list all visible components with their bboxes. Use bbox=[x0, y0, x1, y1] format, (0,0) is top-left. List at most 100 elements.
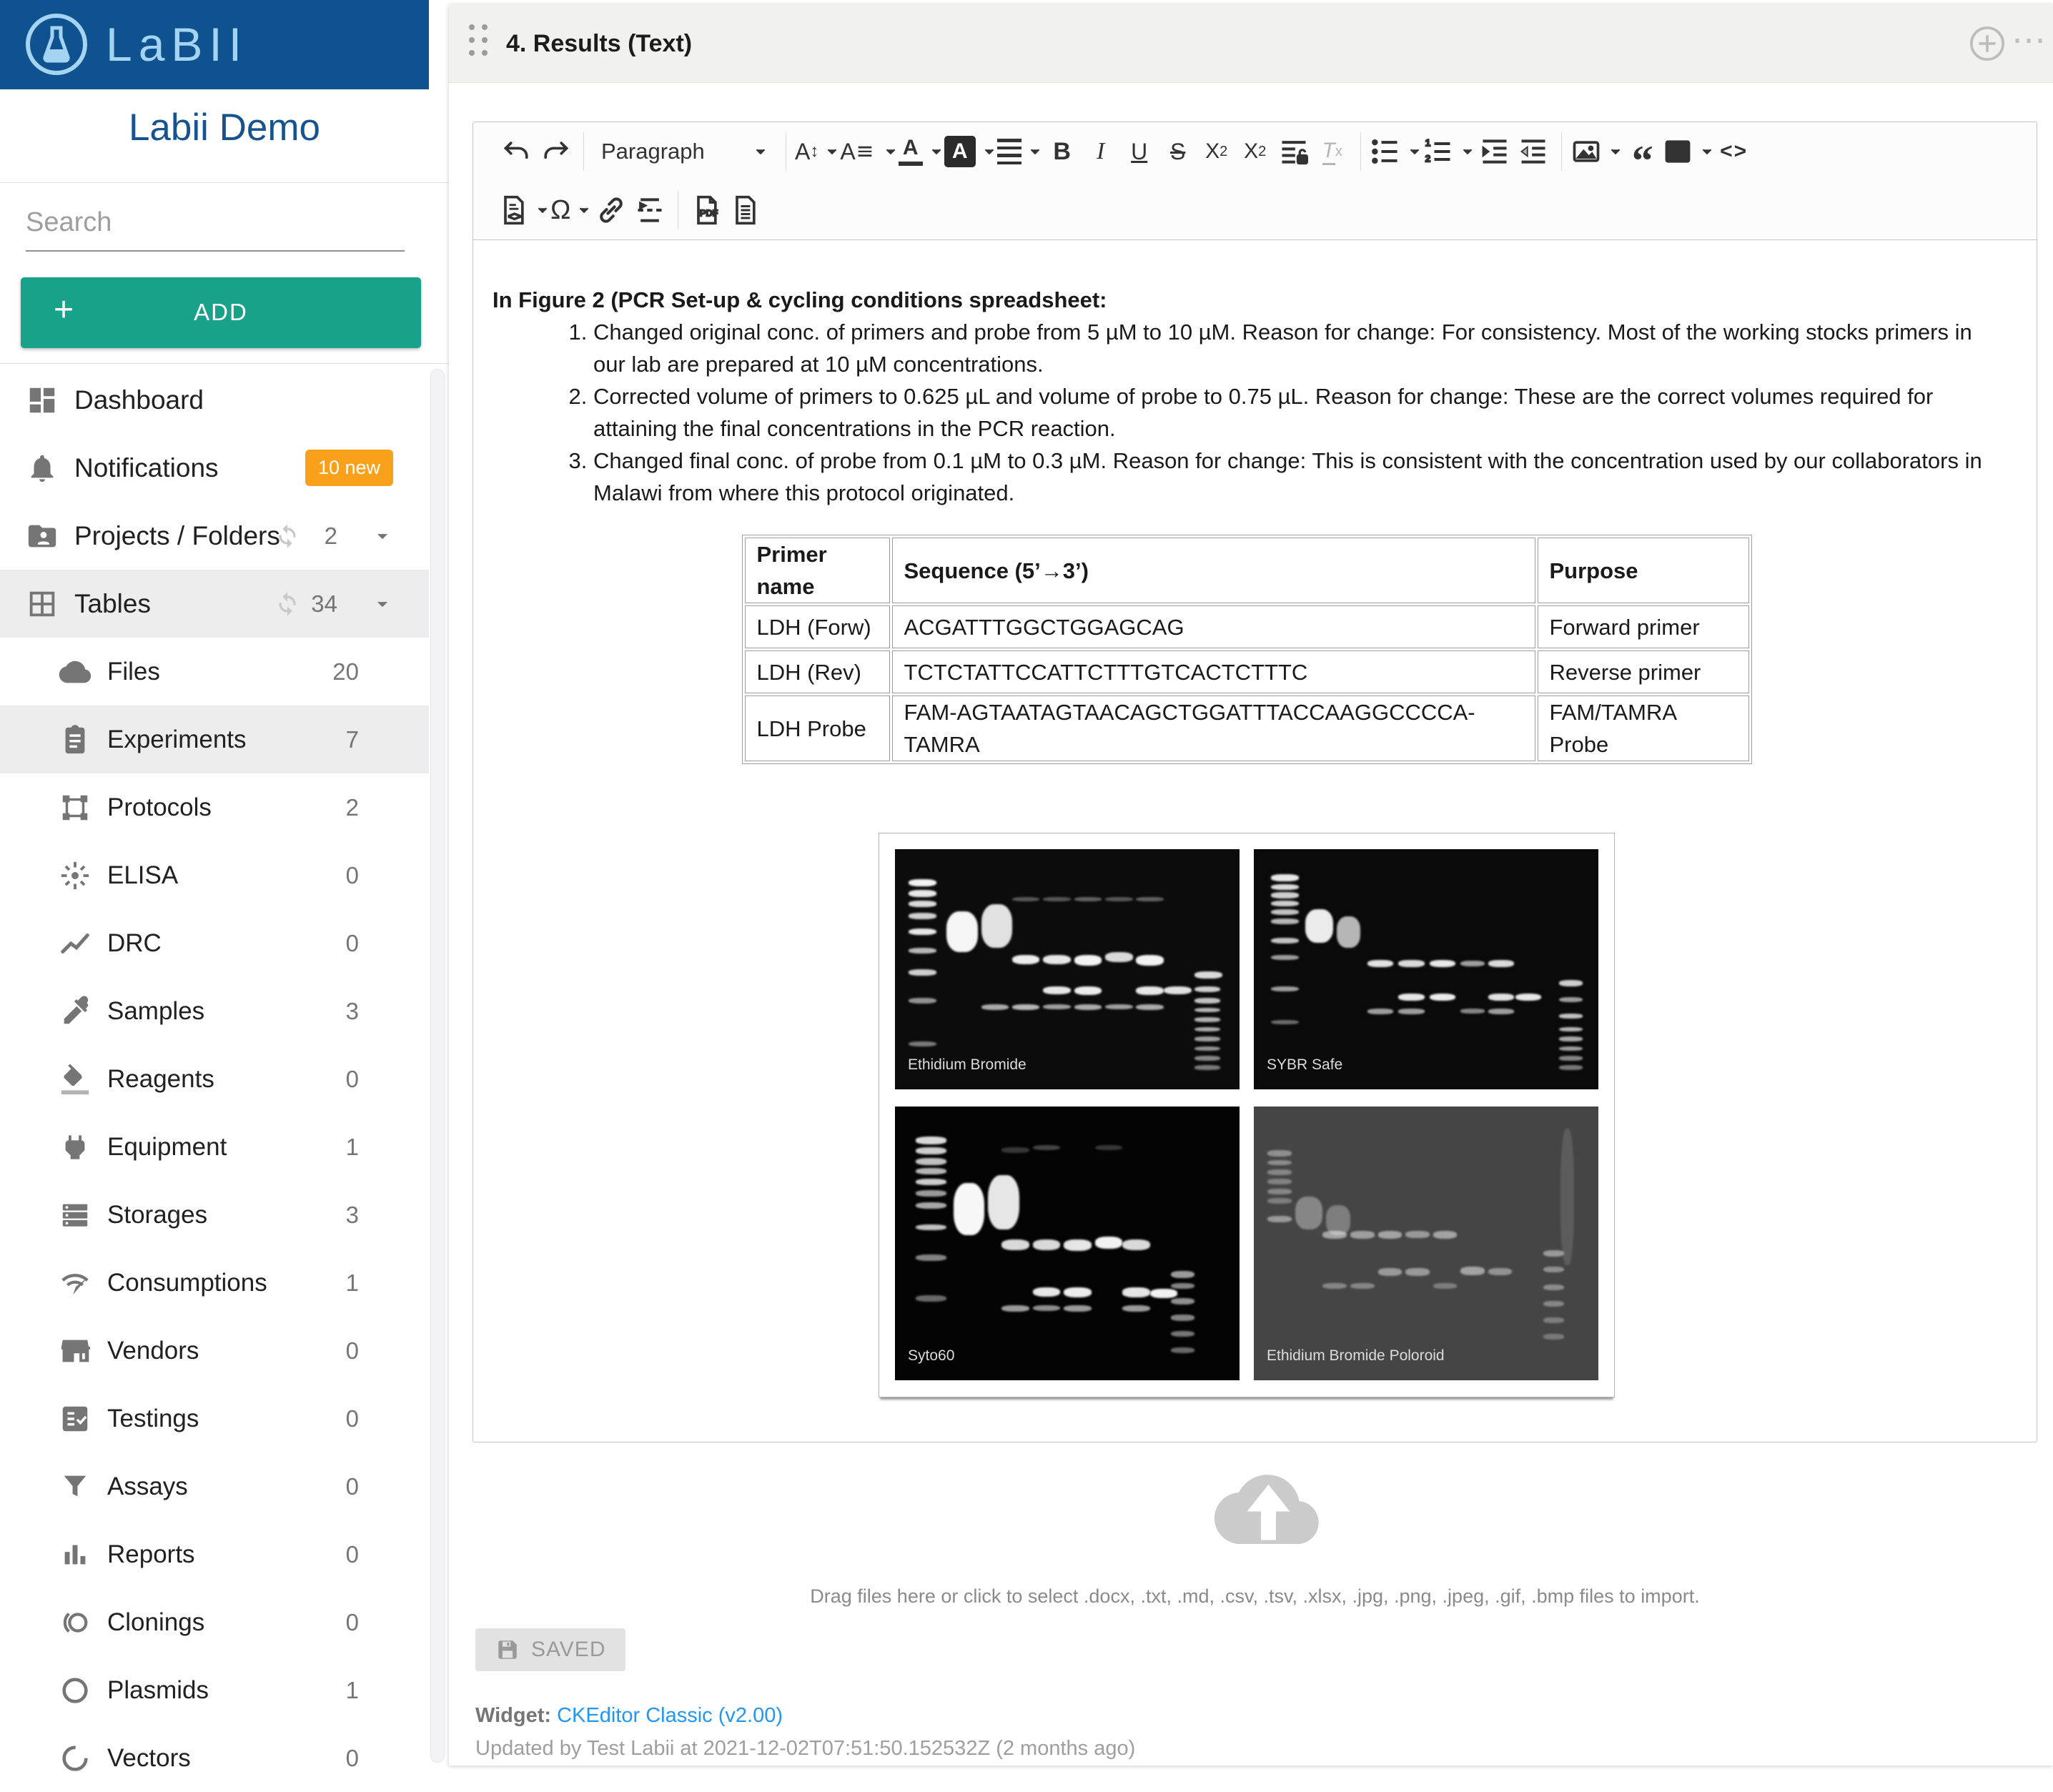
sidebar-item-elisa[interactable]: ELISA 0 bbox=[0, 841, 429, 909]
source-editing-button[interactable]: <> bbox=[1715, 130, 1753, 173]
widget-link[interactable]: CKEditor Classic (v2.00) bbox=[557, 1704, 783, 1727]
insert-template-button[interactable]: <> bbox=[498, 189, 550, 232]
more-menu-icon[interactable]: ⋯ bbox=[2012, 20, 2047, 60]
editor-toolbar: Paragraph A↕ A A A B I U S X2 X2 Tx 12 bbox=[473, 122, 2037, 240]
divider bbox=[0, 363, 449, 364]
drag-handle-icon[interactable] bbox=[469, 24, 488, 56]
sidebar-item-reports[interactable]: Reports 0 bbox=[0, 1520, 429, 1588]
italic-button[interactable]: I bbox=[1082, 130, 1120, 173]
table-row: LDH (Forw) ACGATTTGGCTGGAGCAG Forward pr… bbox=[745, 605, 1749, 648]
storefront-icon bbox=[59, 1335, 91, 1367]
sidebar-item-reagents[interactable]: Reagents 0 bbox=[0, 1045, 429, 1113]
sidebar-item-dashboard[interactable]: Dashboard bbox=[0, 366, 429, 434]
toolbar-row-1: Paragraph A↕ A A A B I U S X2 X2 Tx 12 bbox=[473, 122, 2037, 181]
sidebar-item-files[interactable]: Files 20 bbox=[0, 638, 429, 706]
bulleted-list-button[interactable] bbox=[1370, 130, 1423, 173]
svg-text:A: A bbox=[71, 801, 79, 815]
toolbar-separator bbox=[1561, 132, 1562, 171]
redo-button[interactable] bbox=[536, 130, 575, 173]
updated-info-line: Updated by Test Labii at 2021-12-02T07:5… bbox=[475, 1737, 1135, 1761]
sidebar-item-experiments[interactable]: Experiments 7 bbox=[0, 706, 429, 773]
fact-check-icon bbox=[59, 1402, 91, 1435]
widget-card: 4. Results (Text) ⋯ Paragraph A↕ A A A B bbox=[449, 4, 2053, 1766]
content-list: Changed original conc. of primers and pr… bbox=[493, 316, 2001, 509]
restricted-editing-icon[interactable] bbox=[1275, 130, 1313, 173]
underline-button[interactable]: U bbox=[1120, 130, 1159, 173]
numbered-list-button[interactable]: 12 bbox=[1423, 130, 1475, 173]
logo-text: LaBII bbox=[106, 17, 248, 71]
upload-dropzone-hint[interactable]: Drag files here or click to select .docx… bbox=[473, 1585, 2037, 1608]
bell-icon bbox=[26, 452, 59, 485]
page-break-button[interactable] bbox=[630, 189, 669, 232]
font-size-button[interactable]: A↕ bbox=[795, 130, 840, 173]
add-button[interactable]: + ADD bbox=[21, 277, 421, 348]
indent-button[interactable] bbox=[1475, 130, 1514, 173]
alignment-button[interactable] bbox=[997, 130, 1043, 173]
subscript-button[interactable]: X2 bbox=[1197, 130, 1236, 173]
notifications-badge: 10 new bbox=[305, 450, 393, 486]
logo-banner: LaBII bbox=[0, 0, 429, 89]
font-background-button[interactable]: A bbox=[944, 130, 997, 173]
font-color-button[interactable]: A bbox=[899, 130, 944, 173]
sidebar-item-plasmids[interactable]: Plasmids 1 bbox=[0, 1656, 429, 1724]
sidebar-item-storages[interactable]: Storages 3 bbox=[0, 1181, 429, 1249]
funnel-icon bbox=[59, 1470, 91, 1503]
sidebar-item-protocols[interactable]: A Protocols 2 bbox=[0, 773, 429, 841]
export-doc-button[interactable] bbox=[726, 189, 764, 232]
link-button[interactable] bbox=[592, 189, 630, 232]
insert-table-button[interactable] bbox=[1662, 130, 1715, 173]
sidebar-item-projects[interactable]: Projects / Folders 2 bbox=[0, 502, 429, 570]
sidebar-item-consumptions[interactable]: Consumptions 1 bbox=[0, 1249, 429, 1317]
chevron-down-icon[interactable] bbox=[370, 524, 395, 548]
editor-content[interactable]: In Figure 2 (PCR Set-up & cycling condit… bbox=[473, 239, 2037, 1442]
toolbar-separator bbox=[1360, 132, 1361, 171]
paragraph-style-dropdown[interactable]: Paragraph bbox=[593, 130, 777, 173]
widget-info-line: Widget: CKEditor Classic (v2.00) bbox=[475, 1704, 783, 1728]
ckeditor: Paragraph A↕ A A A B I U S X2 X2 Tx 12 bbox=[473, 122, 2037, 1442]
remove-format-button[interactable]: Tx bbox=[1313, 130, 1352, 173]
outdent-button[interactable] bbox=[1514, 130, 1553, 173]
saved-button[interactable]: SAVED bbox=[475, 1628, 625, 1671]
bold-button[interactable]: B bbox=[1043, 130, 1082, 173]
font-family-button[interactable]: A bbox=[840, 130, 898, 173]
circle-icon bbox=[59, 1674, 91, 1707]
section-title: 4. Results (Text) bbox=[506, 4, 692, 83]
sidebar-item-vendors[interactable]: Vendors 0 bbox=[0, 1317, 429, 1385]
table-row: LDH Probe FAM-AGTAATAGTAACAGCTGGATTTACCA… bbox=[745, 695, 1749, 761]
gel-image-ethidium-bromide: Ethidium Bromide bbox=[895, 849, 1240, 1089]
sidebar-item-assays[interactable]: Assays 0 bbox=[0, 1452, 429, 1520]
export-pdf-button[interactable]: PDF bbox=[687, 189, 726, 232]
sidebar-item-notifications[interactable]: Notifications 10 new bbox=[0, 434, 429, 502]
upload-cloud-icon[interactable] bbox=[1195, 1460, 1324, 1560]
workspace-title: Labii Demo bbox=[0, 106, 449, 149]
flare-icon bbox=[59, 859, 91, 892]
sidebar-item-clonings[interactable]: Clonings 0 bbox=[0, 1588, 429, 1656]
sidebar-scrollbar[interactable] bbox=[430, 369, 445, 1763]
sidebar-item-drc[interactable]: DRC 0 bbox=[0, 909, 429, 977]
sidebar-item-tables[interactable]: Tables 34 bbox=[0, 570, 429, 638]
undo-button[interactable] bbox=[498, 130, 536, 173]
add-section-icon[interactable] bbox=[1967, 24, 2007, 64]
arc-circle-icon bbox=[59, 1742, 91, 1775]
special-characters-button[interactable]: Ω bbox=[550, 189, 592, 232]
superscript-button[interactable]: X2 bbox=[1236, 130, 1275, 173]
sidebar-item-testings[interactable]: Testings 0 bbox=[0, 1385, 429, 1452]
blockquote-button[interactable]: “ bbox=[1623, 130, 1662, 173]
insert-image-button[interactable] bbox=[1570, 130, 1623, 173]
sidebar-item-equipment[interactable]: Equipment 1 bbox=[0, 1113, 429, 1181]
gel-image-figure[interactable]: Ethidium Bromide SYBR Safe Syto60 Ethidi… bbox=[879, 833, 1615, 1397]
table-header-row: Primer name Sequence (5’→3’) Purpose bbox=[745, 538, 1749, 603]
sidebar-item-vectors[interactable]: Vectors 0 bbox=[0, 1724, 429, 1792]
chevron-down-icon[interactable] bbox=[370, 592, 395, 616]
list-item: Corrected volume of primers to 0.625 µL … bbox=[593, 380, 2001, 445]
clonings-icon bbox=[59, 1606, 91, 1639]
sync-icon[interactable] bbox=[273, 590, 302, 618]
sidebar-item-samples[interactable]: Samples 3 bbox=[0, 977, 429, 1045]
dashboard-icon bbox=[26, 384, 59, 417]
content-heading: In Figure 2 (PCR Set-up & cycling condit… bbox=[493, 284, 2001, 316]
paint-bucket-icon bbox=[59, 1063, 91, 1096]
search-input[interactable] bbox=[26, 194, 405, 252]
plug-icon bbox=[59, 1131, 91, 1164]
sync-icon[interactable] bbox=[273, 522, 302, 550]
strikethrough-button[interactable]: S bbox=[1159, 130, 1197, 173]
